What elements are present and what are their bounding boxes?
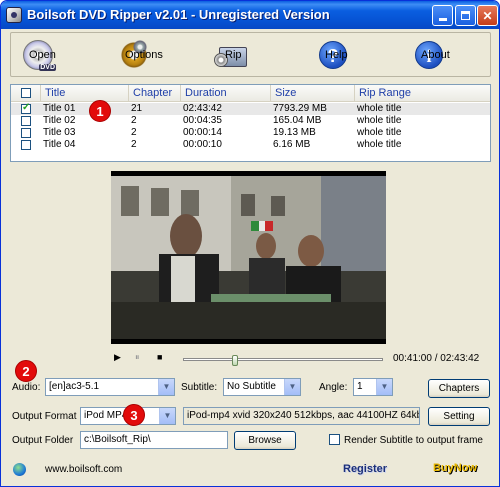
minimize-icon bbox=[438, 18, 447, 21]
playback-bar: ▶ ⏸ ■ 00:41:00 / 02:43:42 bbox=[111, 352, 496, 366]
output-format-label: Output Format bbox=[12, 411, 77, 422]
help-label: Help bbox=[325, 49, 348, 61]
col-rip-range[interactable]: Rip Range bbox=[355, 85, 490, 102]
angle-value: 1 bbox=[357, 381, 363, 392]
app-dvd-icon bbox=[6, 7, 22, 23]
col-duration[interactable]: Duration bbox=[181, 85, 271, 102]
row-size: 165.04 MB bbox=[273, 115, 322, 126]
website-link[interactable]: www.boilsoft.com bbox=[45, 464, 122, 475]
subtitle-value: No Subtitle bbox=[227, 381, 276, 392]
row-checkbox[interactable] bbox=[21, 116, 31, 126]
list-header: Title Chapter Duration Size Rip Range bbox=[11, 85, 490, 102]
title-list[interactable]: Title Chapter Duration Size Rip Range Ti… bbox=[10, 84, 491, 162]
table-row[interactable]: Title 01 21 02:43:42 7793.29 MB whole ti… bbox=[11, 102, 490, 115]
audio-value: [en]ac3-5.1 bbox=[49, 381, 100, 392]
table-row[interactable]: Title 03 2 00:00:14 19.13 MB whole title bbox=[11, 127, 490, 139]
row-duration: 02:43:42 bbox=[183, 103, 222, 114]
callout-badge-3: 3 bbox=[123, 404, 145, 426]
video-frame bbox=[111, 176, 386, 339]
angle-label: Angle: bbox=[319, 382, 348, 393]
chevron-down-icon[interactable]: ▼ bbox=[284, 379, 300, 395]
register-button[interactable]: Register bbox=[343, 463, 387, 475]
buynow-button[interactable]: BuyNow bbox=[433, 462, 477, 474]
minimize-button[interactable] bbox=[432, 5, 453, 26]
movie-scene-image bbox=[111, 176, 386, 339]
angle-select[interactable]: 1 ▼ bbox=[353, 378, 393, 396]
audio-select[interactable]: [en]ac3-5.1 ▼ bbox=[45, 378, 175, 396]
help-button[interactable]: ? Help bbox=[319, 37, 348, 73]
row-rip-range: whole title bbox=[357, 127, 402, 138]
title-bar[interactable]: Boilsoft DVD Ripper v2.01 - Unregistered… bbox=[1, 1, 499, 29]
format-details: iPod-mp4 xvid 320x240 512kbps, aac 44100… bbox=[183, 407, 420, 425]
close-icon: ✕ bbox=[482, 8, 493, 23]
seek-slider[interactable] bbox=[183, 355, 383, 366]
pause-button[interactable]: ⏸ bbox=[135, 352, 140, 363]
output-folder-input[interactable]: c:\Boilsoft_Rip\ bbox=[80, 431, 228, 449]
chapters-button[interactable]: Chapters bbox=[428, 379, 490, 398]
row-checkbox[interactable] bbox=[21, 140, 31, 150]
row-rip-range: whole title bbox=[357, 103, 402, 114]
open-button[interactable]: Open bbox=[23, 37, 56, 73]
row-rip-range: whole title bbox=[357, 139, 402, 150]
row-size: 6.16 MB bbox=[273, 139, 311, 150]
row-chapter: 21 bbox=[131, 103, 143, 114]
play-button[interactable]: ▶ bbox=[114, 352, 121, 363]
table-row[interactable]: Title 02 2 00:04:35 165.04 MB whole titl… bbox=[11, 115, 490, 127]
stop-button[interactable]: ■ bbox=[157, 352, 162, 362]
chevron-down-icon[interactable]: ▼ bbox=[158, 379, 174, 395]
maximize-icon bbox=[461, 11, 470, 20]
open-label: Open bbox=[29, 49, 56, 61]
seek-slider-thumb[interactable] bbox=[232, 355, 238, 366]
row-title: Title 01 bbox=[43, 103, 76, 114]
setting-button[interactable]: Setting bbox=[428, 407, 490, 426]
render-subtitle-checkbox[interactable] bbox=[329, 434, 340, 445]
maximize-button[interactable] bbox=[455, 5, 476, 26]
row-chapter: 2 bbox=[131, 127, 137, 138]
about-label: About bbox=[421, 49, 450, 61]
row-title: Title 02 bbox=[43, 115, 76, 126]
row-title: Title 04 bbox=[43, 139, 76, 150]
rip-button[interactable]: Rip bbox=[214, 37, 247, 73]
callout-badge-1: 1 bbox=[89, 100, 111, 122]
window-title: Boilsoft DVD Ripper v2.01 - Unregistered… bbox=[27, 7, 330, 22]
row-duration: 00:00:10 bbox=[183, 139, 222, 150]
browse-button[interactable]: Browse bbox=[234, 431, 296, 450]
time-display: 00:41:00 / 02:43:42 bbox=[393, 353, 480, 364]
audio-label: Audio: bbox=[12, 382, 41, 393]
row-chapter: 2 bbox=[131, 115, 137, 126]
col-size[interactable]: Size bbox=[271, 85, 355, 102]
output-folder-label: Output Folder bbox=[12, 435, 74, 446]
row-title: Title 03 bbox=[43, 127, 76, 138]
row-duration: 00:00:14 bbox=[183, 127, 222, 138]
row-rip-range: whole title bbox=[357, 115, 402, 126]
about-button[interactable]: i About bbox=[415, 37, 450, 73]
row-size: 19.13 MB bbox=[273, 127, 316, 138]
output-format-value: iPod MP4 bbox=[84, 410, 128, 421]
row-chapter: 2 bbox=[131, 139, 137, 150]
row-checkbox[interactable] bbox=[21, 128, 31, 138]
callout-badge-2: 2 bbox=[15, 360, 37, 382]
video-preview bbox=[111, 171, 386, 344]
chevron-down-icon[interactable]: ▼ bbox=[376, 379, 392, 395]
col-chapter[interactable]: Chapter bbox=[129, 85, 181, 102]
col-title[interactable]: Title bbox=[41, 85, 129, 102]
globe-icon bbox=[13, 463, 26, 476]
chevron-down-icon[interactable]: ▼ bbox=[159, 408, 175, 424]
options-label: Options bbox=[125, 49, 163, 61]
table-row[interactable]: Title 04 2 00:00:10 6.16 MB whole title bbox=[11, 139, 490, 151]
subtitle-label: Subtitle: bbox=[181, 382, 218, 393]
close-button[interactable]: ✕ bbox=[477, 5, 498, 26]
row-checkbox[interactable] bbox=[21, 102, 31, 114]
toolbar: Open Options Rip ? Help i About bbox=[10, 32, 491, 77]
render-subtitle-label: Render Subtitle to output frame bbox=[344, 435, 483, 446]
row-size: 7793.29 MB bbox=[273, 103, 327, 114]
options-button[interactable]: Options bbox=[119, 37, 163, 73]
app-window: Boilsoft DVD Ripper v2.01 - Unregistered… bbox=[0, 0, 500, 487]
subtitle-select[interactable]: No Subtitle ▼ bbox=[223, 378, 301, 396]
row-duration: 00:04:35 bbox=[183, 115, 222, 126]
rip-label: Rip bbox=[225, 49, 242, 61]
